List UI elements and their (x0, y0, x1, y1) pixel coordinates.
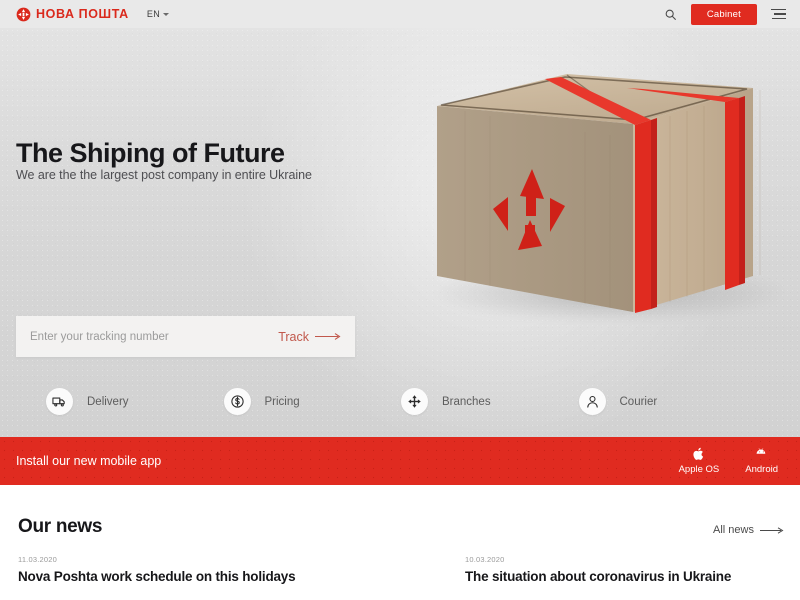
service-delivery[interactable]: Delivery (46, 388, 224, 415)
search-icon[interactable] (664, 8, 677, 21)
service-label: Delivery (87, 395, 129, 408)
hamburger-menu-icon[interactable] (771, 8, 786, 20)
service-label: Courier (619, 395, 658, 408)
track-button[interactable]: Track (278, 330, 355, 344)
all-news-label: All news (713, 524, 754, 536)
news-date: 10.03.2020 (465, 555, 505, 564)
news-item[interactable]: 10.03.2020 The situation about coronavir… (465, 555, 731, 584)
news-title: Nova Poshta work schedule on this holida… (18, 569, 296, 584)
burger-line (772, 17, 786, 20)
all-news-link[interactable]: All news (713, 524, 784, 536)
logo[interactable]: НОВА ПОШТА (16, 7, 129, 22)
parcel-box-graphic (437, 74, 761, 313)
service-branches[interactable]: Branches (401, 388, 579, 415)
chevron-down-icon (163, 12, 170, 16)
nova-poshta-arrows-icon (16, 7, 31, 21)
apple-os-link[interactable]: Apple OS (678, 447, 720, 475)
news-list: 11.03.2020 Nova Poshta work schedule on … (18, 555, 788, 584)
burger-line (774, 13, 786, 15)
site-header: НОВА ПОШТА EN Cabinet (0, 0, 800, 28)
service-label: Pricing (264, 395, 300, 408)
logo-text: НОВА ПОШТА (36, 7, 129, 21)
track-button-label: Track (278, 329, 309, 344)
long-arrow-right-icon (760, 526, 784, 534)
page-subtitle: We are the the largest post company in e… (16, 168, 312, 182)
service-courier[interactable]: Courier (578, 388, 757, 415)
dollar-coin-icon (223, 388, 251, 415)
apple-icon (693, 447, 703, 460)
language-selector[interactable]: EN (146, 9, 170, 19)
hero-section: The Shiping of Future We are the the lar… (0, 28, 800, 437)
android-icon (756, 448, 766, 454)
news-section: Our news All news 11.03.2020 Nova Poshta… (0, 485, 800, 600)
news-title: The situation about coronavirus in Ukrai… (465, 569, 732, 584)
app-label: Android (745, 464, 778, 475)
news-heading: Our news (18, 516, 103, 537)
burger-line (771, 8, 786, 11)
person-icon (578, 388, 606, 415)
service-links: Delivery Pricing Branches Courier (46, 388, 756, 415)
landing-page: НОВА ПОШТА EN Cabinet The Shiping of Fut… (0, 0, 800, 600)
news-date: 11.03.2020 (18, 555, 57, 564)
service-label: Branches (442, 395, 491, 408)
banner-text: Install our new mobile app (16, 454, 162, 468)
parcel-box-illustration (395, 68, 800, 368)
news-item[interactable]: 11.03.2020 Nova Poshta work schedule on … (18, 555, 465, 584)
tracking-bar: Track (16, 316, 355, 357)
header-actions: Cabinet (664, 3, 786, 25)
language-label: EN (146, 9, 161, 19)
mobile-app-banner: Install our new mobile app Apple OS Andr… (0, 437, 800, 485)
delivery-truck-icon (46, 388, 73, 415)
page-title: The Shiping of Future (16, 138, 285, 168)
tracking-number-input[interactable] (16, 330, 279, 343)
android-link[interactable]: Android (745, 447, 778, 475)
long-arrow-right-icon (315, 333, 341, 340)
cabinet-button[interactable]: Cabinet (690, 3, 757, 25)
move-arrows-icon (401, 388, 428, 415)
app-store-links: Apple OS Android (679, 447, 778, 475)
app-label: Apple OS (678, 464, 720, 475)
service-pricing[interactable]: Pricing (223, 388, 402, 415)
